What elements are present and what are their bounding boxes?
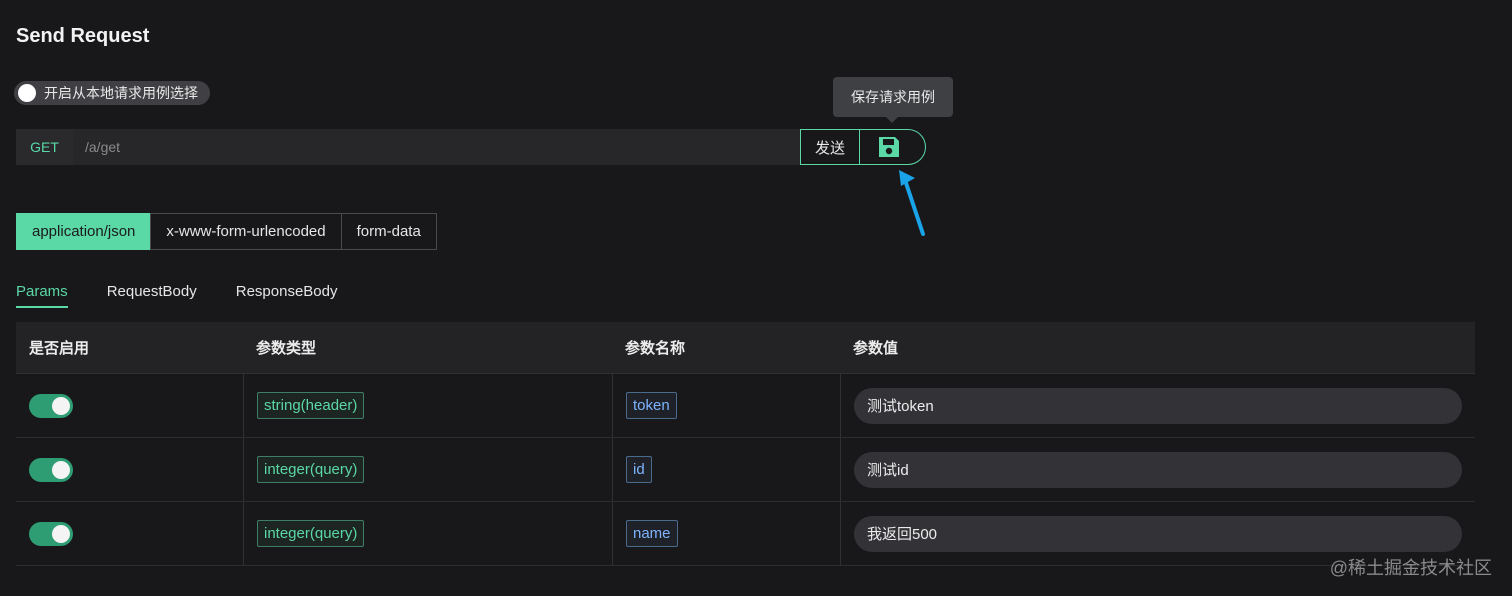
type-cell: integer(query): [243, 438, 612, 501]
enable-toggle[interactable]: [29, 521, 73, 546]
value-cell: [840, 438, 1475, 501]
save-case-button[interactable]: [859, 129, 926, 165]
save-case-tooltip: 保存请求用例: [833, 77, 953, 123]
send-button[interactable]: 发送: [800, 129, 860, 165]
content-type-selector: application/json x-www-form-urlencoded f…: [16, 213, 437, 250]
param-value-input[interactable]: [854, 451, 1462, 488]
type-cell: integer(query): [243, 502, 612, 565]
tab-request-body[interactable]: RequestBody: [107, 283, 197, 308]
header-param-type: 参数类型: [256, 340, 317, 357]
send-request-page: Send Request 开启从本地请求用例选择 保存请求用例 GET 发送 a…: [0, 0, 1512, 596]
enable-toggle[interactable]: [29, 393, 73, 418]
annotation-arrow-icon: [899, 170, 925, 236]
tab-params[interactable]: Params: [16, 283, 68, 308]
request-tabs: Params RequestBody ResponseBody: [16, 283, 337, 308]
header-enabled: 是否启用: [29, 340, 90, 357]
param-type-tag: string(header): [257, 392, 365, 419]
param-type-tag: integer(query): [257, 520, 365, 547]
name-cell: id: [612, 438, 840, 501]
table-row: integer(query) name: [16, 502, 1475, 566]
enabled-cell: [16, 502, 243, 565]
name-cell: token: [612, 374, 840, 437]
value-cell: [840, 374, 1475, 437]
toggle-knob: [52, 524, 70, 543]
http-method-select[interactable]: GET: [16, 129, 73, 165]
param-value-input[interactable]: [854, 387, 1462, 424]
page-title: Send Request: [16, 25, 150, 47]
toggle-knob: [52, 396, 70, 415]
params-table: 是否启用 参数类型 参数名称 参数值 string(header) token: [16, 322, 1475, 566]
url-input[interactable]: [73, 129, 800, 165]
table-row: string(header) token: [16, 374, 1475, 438]
param-name-tag: name: [626, 520, 678, 547]
switch-knob: [18, 84, 36, 102]
name-cell: name: [612, 502, 840, 565]
watermark: @稀土掘金技术社区: [1329, 558, 1492, 578]
save-icon: [878, 137, 899, 157]
local-case-switch-label: 开启从本地请求用例选择: [44, 85, 198, 101]
enable-toggle[interactable]: [29, 457, 73, 482]
toggle-knob: [52, 460, 70, 479]
header-param-name: 参数名称: [625, 340, 686, 357]
type-cell: string(header): [243, 374, 612, 437]
content-type-urlencoded[interactable]: x-www-form-urlencoded: [150, 213, 342, 250]
enabled-cell: [16, 438, 243, 501]
content-type-json[interactable]: application/json: [16, 213, 152, 250]
table-row: integer(query) id: [16, 438, 1475, 502]
param-name-tag: id: [626, 456, 652, 483]
param-name-tag: token: [626, 392, 677, 419]
enabled-cell: [16, 374, 243, 437]
table-header: 是否启用 参数类型 参数名称 参数值: [16, 322, 1475, 374]
content-type-form-data[interactable]: form-data: [340, 213, 437, 250]
header-param-value: 参数值: [853, 340, 899, 357]
local-case-switch[interactable]: 开启从本地请求用例选择: [14, 81, 210, 105]
tab-response-body[interactable]: ResponseBody: [236, 283, 338, 308]
param-value-input[interactable]: [854, 515, 1462, 552]
param-type-tag: integer(query): [257, 456, 365, 483]
